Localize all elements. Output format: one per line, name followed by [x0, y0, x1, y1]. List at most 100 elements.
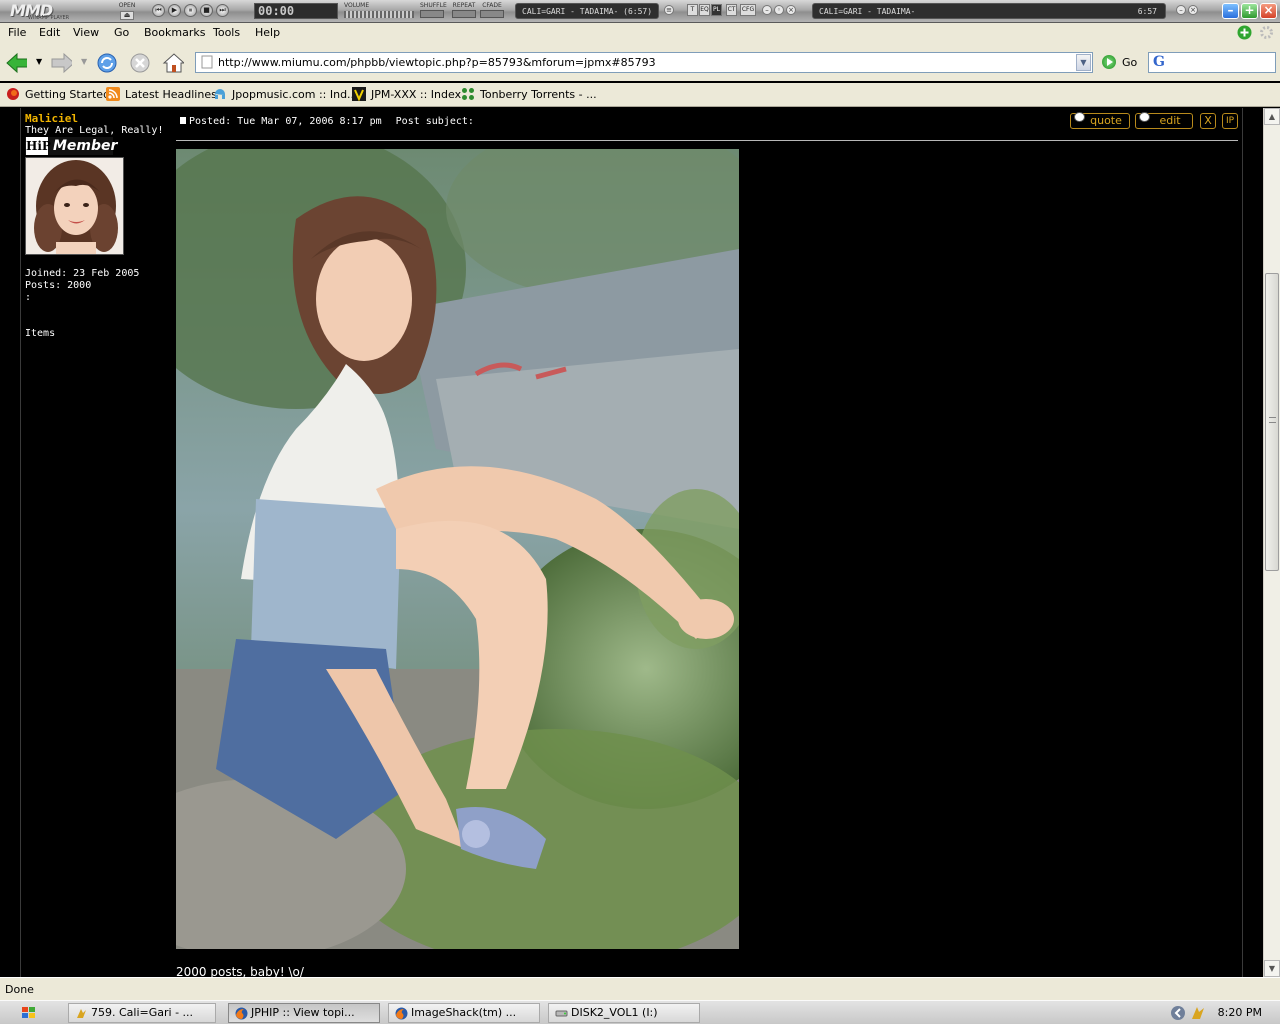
stop-icon[interactable] [129, 52, 151, 74]
poster-title: They Are Legal, Really! [25, 125, 164, 136]
menu-tools[interactable]: Tools [213, 26, 240, 39]
window-minimize-button[interactable]: – [1222, 3, 1239, 19]
mode-button-ct[interactable]: CT [726, 4, 737, 16]
mode-button-pl[interactable]: PL [711, 4, 722, 16]
jpopmusic-icon [215, 89, 225, 99]
taskbar-button-winamp[interactable]: 759. Cali=Gari - ... [68, 1003, 216, 1023]
mode-button-eq[interactable]: EQ [699, 4, 710, 16]
post-image [176, 149, 739, 949]
address-bar[interactable]: ▼ [195, 52, 1093, 73]
winamp-minimize-icon[interactable]: – [762, 5, 772, 15]
menu-help[interactable]: Help [255, 26, 280, 39]
go-button[interactable]: Go [1102, 55, 1137, 71]
winamp-track-title: CALI=GARI - TADAIMA- (6:57) [515, 3, 659, 19]
url-history-dropdown[interactable]: ▼ [1076, 54, 1091, 71]
winamp-shade-icon[interactable]: ◦ [774, 5, 784, 15]
system-tray: 8:20 PM [1166, 1003, 1276, 1023]
stop-button[interactable]: ■ [200, 4, 213, 17]
cfade-toggle[interactable]: CFADE [480, 2, 504, 18]
reload-icon[interactable] [95, 52, 117, 74]
post-date: Posted: Tue Mar 07, 2006 8:17 pm [189, 116, 382, 127]
prev-button[interactable]: ⏮ [152, 4, 165, 17]
back-arrow-icon[interactable] [5, 52, 27, 74]
window-maximize-button[interactable]: + [1241, 3, 1258, 19]
home-icon[interactable] [162, 52, 184, 74]
quote-button[interactable]: quote [1070, 112, 1130, 129]
google-icon[interactable]: G [1153, 54, 1165, 70]
firefox-icon [395, 1007, 408, 1020]
post-frame-right [1242, 108, 1243, 977]
forward-history-dropdown[interactable]: ▼ [81, 57, 87, 66]
start-button[interactable] [4, 1003, 56, 1023]
menu-file[interactable]: File [8, 26, 26, 39]
play-button[interactable]: ▶ [168, 4, 181, 17]
post-body: 2000 posts, baby! \o/ [176, 965, 304, 977]
repeat-toggle[interactable]: REPEAT [452, 2, 476, 18]
winamp2-minimize-icon[interactable]: – [1176, 5, 1186, 15]
winamp-tray-icon[interactable] [1190, 1005, 1206, 1021]
add-icon[interactable] [1237, 25, 1252, 40]
poster-username[interactable]: Maliciel [25, 112, 78, 125]
shuffle-toggle[interactable]: SHUFFLE [420, 2, 447, 18]
back-history-dropdown[interactable]: ▼ [36, 57, 42, 66]
forward-arrow-icon[interactable] [50, 52, 72, 74]
winamp-bar: MMD WINAMP PLAYER OPEN ⏏ ⏮ ▶ ⏸ ■ ⏭ 00:00 … [0, 0, 1280, 23]
post-count: Posts: 2000 [25, 280, 92, 291]
post-icon[interactable] [180, 117, 186, 124]
clock: 8:20 PM [1217, 1006, 1262, 1019]
items-link[interactable]: Items [25, 328, 55, 339]
tray-expand-icon[interactable] [1170, 1005, 1186, 1021]
taskbar: 759. Cali=Gari - ... JPHIP :: View topi.… [0, 1000, 1280, 1024]
rank-member: Member [53, 138, 118, 154]
mode-button-t[interactable]: T [687, 4, 698, 16]
menu-go[interactable]: Go [114, 26, 129, 39]
eject-icon: ⏏ [120, 11, 134, 20]
next-button[interactable]: ⏭ [216, 4, 229, 17]
status-bar: Done [0, 977, 1280, 1000]
bookmark-jpm-xxx[interactable]: JPM-XXX :: Index [352, 87, 461, 103]
window-close-button[interactable]: × [1260, 3, 1277, 19]
taskbar-button-disk2[interactable]: DISK2_VOL1 (I:) [548, 1003, 700, 1023]
ip-button[interactable]: IP [1222, 113, 1238, 129]
winamp2-close-icon[interactable]: × [1188, 5, 1198, 15]
page-content: Maliciel They Are Legal, Really! HiP Mem… [0, 108, 1263, 977]
menu-view[interactable]: View [73, 26, 99, 39]
url-input[interactable] [218, 54, 1068, 71]
jpm-icon [352, 87, 366, 101]
bookmark-jpopmusic[interactable]: Jpopmusic.com :: Ind... [213, 87, 358, 103]
rss-icon [106, 87, 120, 101]
search-box[interactable]: G [1148, 52, 1276, 73]
winamp-close-icon[interactable]: × [786, 5, 796, 15]
profile-extra: : [25, 292, 32, 303]
bookmark-getting-started[interactable]: Getting Started [6, 87, 110, 103]
winamp-open-button[interactable]: OPEN ⏏ [114, 2, 140, 20]
scroll-up-arrow[interactable]: ▲ [1264, 108, 1280, 125]
scroll-thumb[interactable] [1265, 273, 1279, 571]
winamp-icon [77, 1009, 86, 1018]
windows-flag-icon [22, 1007, 36, 1019]
go-icon [1102, 55, 1116, 69]
edit-button[interactable]: edit [1135, 112, 1193, 129]
edit-icon [1139, 112, 1150, 122]
search-input[interactable] [1173, 55, 1271, 70]
vertical-scrollbar[interactable]: ▲ ▼ [1263, 108, 1280, 977]
volume-slider[interactable]: VOLUME [344, 2, 414, 20]
bookmark-latest-headlines[interactable]: Latest Headlines [106, 87, 217, 103]
playlist-menu-button[interactable]: ≡ [664, 5, 674, 15]
firefox-icon [7, 88, 19, 100]
bookmark-tonberry[interactable]: Tonberry Torrents - ... [461, 87, 597, 103]
taskbar-button-jphip[interactable]: JPHIP :: View topi... [228, 1003, 380, 1023]
menu-edit[interactable]: Edit [39, 26, 60, 39]
menu-bookmarks[interactable]: Bookmarks [144, 26, 205, 39]
post-header: Posted: Tue Mar 07, 2006 8:17 pm Post sub… [180, 116, 474, 127]
taskbar-button-imageshack[interactable]: ImageShack(tm) ... [388, 1003, 540, 1023]
scroll-down-arrow[interactable]: ▼ [1264, 960, 1280, 977]
drive-icon [555, 1010, 568, 1017]
mode-button-cfg[interactable]: CFG [740, 4, 756, 16]
winamp-time: 00:00 [254, 3, 338, 19]
delete-button[interactable]: X [1200, 113, 1216, 129]
winamp-track-time: 6:57 [1137, 7, 1157, 16]
winamp-logo-sub: WINAMP PLAYER [28, 15, 70, 21]
firefox-icon [235, 1007, 248, 1020]
pause-button[interactable]: ⏸ [184, 4, 197, 17]
